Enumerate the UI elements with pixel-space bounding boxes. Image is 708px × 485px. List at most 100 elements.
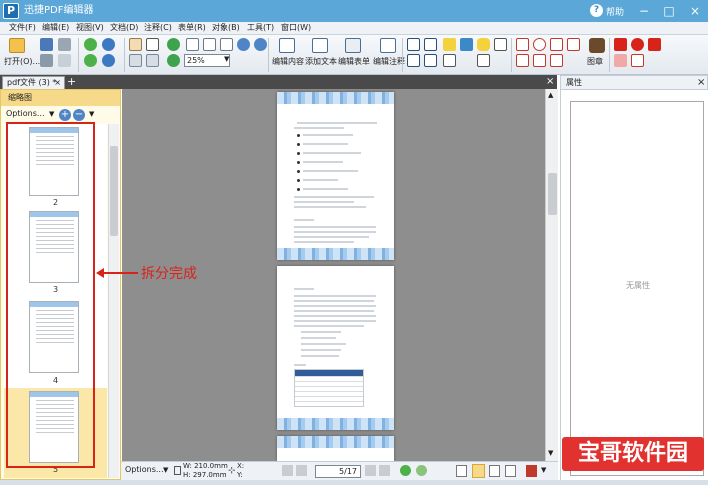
open-folder-icon[interactable] <box>9 38 25 53</box>
single-page-icon[interactable] <box>456 465 467 477</box>
chevron-down-icon[interactable]: ▼ <box>89 110 94 118</box>
cloud-icon[interactable] <box>567 38 580 51</box>
last-page-icon[interactable] <box>379 465 390 476</box>
menu-view[interactable]: 视图(V) <box>76 22 104 34</box>
add-text-button[interactable]: 添加文本 <box>305 56 337 67</box>
chevron-down-icon[interactable]: ▼ <box>224 55 229 63</box>
stamp-button[interactable]: 图章 <box>587 56 603 67</box>
attach-icon[interactable] <box>477 54 490 67</box>
pdf-page[interactable] <box>277 92 394 260</box>
fit-page-icon[interactable] <box>203 38 216 51</box>
maximize-button[interactable]: □ <box>657 2 681 20</box>
edit-form-button[interactable]: 编辑表单 <box>338 56 370 67</box>
arrow-icon[interactable] <box>516 54 529 67</box>
edit-content-icon[interactable] <box>279 38 295 53</box>
continuous-facing-icon[interactable] <box>505 465 516 477</box>
rotate-right-icon[interactable] <box>167 54 180 67</box>
line-icon[interactable] <box>516 38 529 51</box>
rotate-left-icon[interactable] <box>167 38 180 51</box>
document-scrollbar[interactable]: ▲ ▼ <box>545 89 558 461</box>
pencil-icon[interactable] <box>614 38 627 51</box>
sound-icon[interactable] <box>494 38 507 51</box>
scroll-up-icon[interactable]: ▲ <box>548 91 553 99</box>
add-tab-button[interactable]: + <box>67 76 76 88</box>
print-icon[interactable] <box>40 54 53 67</box>
stamp-icon[interactable] <box>589 38 605 53</box>
back-icon[interactable] <box>84 38 97 51</box>
thumbnail-scrollbar[interactable] <box>108 124 119 478</box>
edit-content-button[interactable]: 编辑内容 <box>272 56 304 67</box>
link-icon[interactable] <box>424 38 437 51</box>
minimize-button[interactable]: − <box>632 2 656 20</box>
status-options-button[interactable]: Options... <box>125 465 164 474</box>
text-box-icon[interactable] <box>460 38 473 51</box>
next-page-icon[interactable] <box>365 465 376 476</box>
strikethrough-icon[interactable] <box>443 54 456 67</box>
scan-icon[interactable] <box>58 38 71 51</box>
save-icon[interactable] <box>40 38 53 51</box>
marquee-icon[interactable] <box>146 54 159 67</box>
menu-object[interactable]: 对象(B) <box>212 22 240 34</box>
snapshot-icon[interactable] <box>129 54 142 67</box>
forward-icon[interactable] <box>84 54 97 67</box>
polygon-icon[interactable] <box>550 38 563 51</box>
fit-width-icon[interactable] <box>220 38 233 51</box>
pdf-page[interactable] <box>277 266 394 430</box>
thumbnail-zoom-in-icon[interactable]: + <box>59 109 71 121</box>
edit-form-icon[interactable] <box>345 38 361 53</box>
scrollbar-thumb[interactable] <box>110 146 118 236</box>
page-number-input[interactable]: 5/17 <box>315 465 361 478</box>
menu-form[interactable]: 表单(R) <box>178 22 206 34</box>
shape-select-icon[interactable] <box>631 54 644 67</box>
eraser-small-icon[interactable] <box>614 54 627 67</box>
chevron-down-icon[interactable]: ▼ <box>163 466 168 474</box>
rectangle-icon[interactable] <box>533 54 546 67</box>
add-text-icon[interactable] <box>312 38 328 53</box>
thumbnail-options-button[interactable]: Options... <box>6 109 45 118</box>
redo-icon[interactable] <box>102 54 115 67</box>
menu-edit[interactable]: 编辑(E) <box>42 22 69 34</box>
pdf-icon[interactable] <box>526 465 537 477</box>
menu-comment[interactable]: 注释(C) <box>144 22 172 34</box>
highlight-area-icon[interactable] <box>648 38 661 51</box>
scrollbar-thumb[interactable] <box>548 173 557 215</box>
edit-annotation-icon[interactable] <box>380 38 396 53</box>
actual-size-icon[interactable] <box>186 38 199 51</box>
menu-file[interactable]: 文件(F) <box>9 22 36 34</box>
open-button[interactable]: 打开(O)... <box>4 56 40 67</box>
history-back-icon[interactable] <box>400 465 411 476</box>
crop-icon[interactable] <box>407 38 420 51</box>
properties-close-icon[interactable]: × <box>697 76 705 89</box>
history-forward-icon[interactable] <box>416 465 427 476</box>
tab-close-icon[interactable]: × <box>54 77 61 89</box>
hand-tool-icon[interactable] <box>129 38 142 51</box>
email-icon[interactable] <box>58 54 71 67</box>
help-icon[interactable]: ? <box>590 4 603 17</box>
menu-document[interactable]: 文档(D) <box>110 22 138 34</box>
menu-tools[interactable]: 工具(T) <box>247 22 274 34</box>
facing-page-icon[interactable] <box>489 465 500 477</box>
pentagon-icon[interactable] <box>550 54 563 67</box>
document-tab[interactable]: pdf文件 (3) * × <box>2 76 65 89</box>
help-button[interactable]: 帮助 <box>606 5 624 18</box>
eraser-icon[interactable] <box>631 38 644 51</box>
typewriter-icon[interactable] <box>443 38 456 51</box>
undo-icon[interactable] <box>102 38 115 51</box>
previous-page-icon[interactable] <box>296 465 307 476</box>
thumbnail-zoom-out-icon[interactable]: − <box>73 109 85 121</box>
article-icon[interactable] <box>407 54 420 67</box>
pdf-page[interactable] <box>277 436 394 461</box>
chevron-down-icon[interactable]: ▼ <box>49 110 54 118</box>
select-text-icon[interactable] <box>146 38 159 51</box>
pane-close-icon[interactable]: × <box>546 75 554 89</box>
chevron-down-icon[interactable]: ▼ <box>541 466 546 474</box>
close-button[interactable]: × <box>683 2 707 20</box>
measure-icon[interactable] <box>424 54 437 67</box>
edit-annotation-button[interactable]: 编辑注释 <box>373 56 405 67</box>
scroll-down-icon[interactable]: ▼ <box>548 449 553 457</box>
ellipse-icon[interactable] <box>533 38 546 51</box>
first-page-icon[interactable] <box>282 465 293 476</box>
menu-window[interactable]: 窗口(W) <box>281 22 311 34</box>
sticky-note-icon[interactable] <box>477 38 490 51</box>
zoom-in-icon[interactable] <box>237 38 250 51</box>
